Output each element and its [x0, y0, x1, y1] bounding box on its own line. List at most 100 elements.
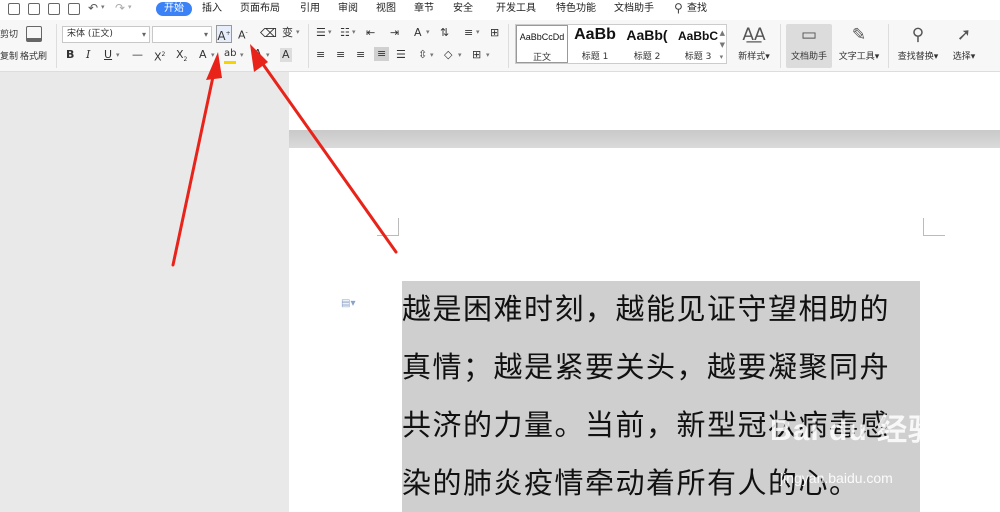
- redo-icon[interactable]: ↷: [115, 1, 125, 15]
- text-tools-button[interactable]: ✎ 文字工具▾: [836, 24, 882, 68]
- chevron-down-icon[interactable]: ▾: [430, 51, 434, 59]
- character-shading-icon[interactable]: A: [280, 48, 292, 62]
- font-size-select[interactable]: ▾: [152, 26, 212, 43]
- chevron-down-icon[interactable]: ▾: [352, 28, 356, 36]
- cursor-icon: ➚: [956, 25, 972, 45]
- tab-security[interactable]: 安全: [453, 2, 473, 16]
- font-name-value: 宋体 (正文): [67, 29, 113, 39]
- font-name-select[interactable]: 宋体 (正文) ▾: [62, 26, 150, 43]
- chinese-layout-icon[interactable]: A: [414, 26, 422, 40]
- subscript-icon[interactable]: X2: [176, 48, 187, 67]
- ribbon-separator: [56, 24, 57, 68]
- watermark-url: jingyan.baidu.com: [780, 470, 893, 486]
- paragraph-line[interactable]: 真情；越是紧要关头，越要凝聚同舟: [402, 344, 890, 386]
- redo-dropdown-icon[interactable]: ▾: [128, 3, 132, 11]
- underline-icon[interactable]: U: [104, 48, 112, 62]
- align-center-icon[interactable]: ≡: [336, 48, 345, 62]
- style-heading-1[interactable]: AaBb 标题 1: [569, 25, 621, 63]
- paragraph-handle-icon[interactable]: ▤▾: [341, 298, 355, 309]
- chevron-down-icon[interactable]: ▾: [266, 51, 270, 59]
- format-painter-icon: [26, 26, 42, 42]
- numbered-list-icon[interactable]: ☷: [340, 26, 350, 40]
- select-label: 选择: [952, 52, 971, 62]
- style-heading-3[interactable]: AaBbC 标题 3: [673, 25, 723, 63]
- print-preview-icon[interactable]: [68, 3, 80, 15]
- table-grid-icon[interactable]: ⊞: [490, 26, 499, 40]
- chevron-down-icon[interactable]: ▾: [211, 51, 215, 59]
- chevron-down-icon[interactable]: ▾: [116, 51, 120, 59]
- borders-icon[interactable]: ⊞: [472, 48, 481, 62]
- find-replace-button[interactable]: ⚲ 查找替换▾: [894, 24, 942, 68]
- print-icon[interactable]: [48, 3, 60, 15]
- chevron-down-icon: ▾: [141, 30, 146, 39]
- style-normal[interactable]: AaBbCcDd 正文: [516, 25, 568, 63]
- phonetic-guide-icon[interactable]: 变: [282, 26, 293, 40]
- bullet-list-icon[interactable]: ☰: [316, 26, 326, 40]
- italic-icon[interactable]: I: [86, 48, 90, 62]
- tab-references[interactable]: 引用: [300, 2, 320, 16]
- grow-font-icon[interactable]: A+: [216, 25, 232, 43]
- new-style-button[interactable]: A͟A 新样式▾: [734, 24, 774, 68]
- chevron-down-icon[interactable]: ▾: [476, 28, 480, 36]
- chevron-down-icon[interactable]: ▾: [458, 51, 462, 59]
- tab-doc-assistant[interactable]: 文档助手: [614, 2, 654, 16]
- chevron-down-icon[interactable]: ▾: [328, 28, 332, 36]
- clear-format-icon[interactable]: ⌫: [260, 26, 277, 40]
- superscript-icon[interactable]: X2: [154, 48, 165, 65]
- style-label: 标题 3: [684, 52, 712, 62]
- format-painter-button[interactable]: 格式刷: [20, 50, 47, 64]
- gallery-scroll-icon[interactable]: ▲ ▼ ▾: [720, 27, 725, 63]
- new-style-icon: A͟A: [742, 25, 766, 45]
- ribbon-separator: [888, 24, 889, 68]
- style-label: 标题 2: [633, 52, 661, 62]
- save-icon[interactable]: [8, 3, 20, 15]
- find-replace-icon: ⚲: [911, 25, 925, 45]
- paragraph-spacing-icon[interactable]: ⇳: [418, 48, 427, 62]
- style-heading-2[interactable]: AaBb( 标题 2: [621, 25, 673, 63]
- text-effect-icon[interactable]: A: [199, 48, 207, 62]
- tab-chapter[interactable]: 章节: [414, 2, 434, 16]
- navigation-pane: [0, 72, 289, 512]
- ribbon-separator: [780, 24, 781, 68]
- font-color-icon[interactable]: A: [254, 47, 262, 64]
- ribbon-separator: [508, 24, 509, 68]
- shrink-font-icon[interactable]: A-: [238, 26, 248, 43]
- chevron-down-icon[interactable]: ▾: [426, 28, 430, 36]
- increase-indent-icon[interactable]: ⇥: [390, 26, 399, 40]
- copy-button[interactable]: 复制: [0, 50, 18, 64]
- margin-corner-left: [377, 218, 399, 236]
- tab-view[interactable]: 视图: [376, 2, 396, 16]
- highlight-icon[interactable]: ab: [224, 47, 237, 64]
- chevron-down-icon[interactable]: ▾: [486, 51, 490, 59]
- bold-icon[interactable]: B: [66, 48, 74, 62]
- page-break-gap: [289, 130, 1000, 148]
- search-label[interactable]: 查找: [687, 2, 707, 16]
- select-button[interactable]: ➚ 选择▾: [946, 24, 982, 68]
- paragraph-line[interactable]: 越是困难时刻，越能见证守望相助的: [402, 286, 890, 328]
- sort-icon[interactable]: ⇅: [440, 26, 449, 40]
- undo-dropdown-icon[interactable]: ▾: [101, 3, 105, 11]
- search-icon[interactable]: ⚲: [674, 1, 683, 15]
- chevron-down-icon[interactable]: ▾: [296, 28, 300, 36]
- document-page[interactable]: ▤▾ 越是困难时刻，越能见证守望相助的 真情；越是紧要关头，越要凝聚同舟 共济的…: [289, 148, 1000, 512]
- chevron-down-icon[interactable]: ▾: [240, 51, 244, 59]
- undo-icon[interactable]: ↶: [88, 1, 98, 15]
- chevron-down-icon: ▾: [203, 30, 208, 39]
- tab-developer[interactable]: 开发工具: [496, 2, 536, 16]
- justify-icon[interactable]: ≡: [374, 47, 390, 61]
- tab-start[interactable]: 开始: [156, 2, 192, 16]
- cut-button[interactable]: 剪切: [0, 28, 18, 42]
- distributed-align-icon[interactable]: ☰: [396, 48, 406, 62]
- tab-special-features[interactable]: 特色功能: [556, 2, 596, 16]
- align-right-icon[interactable]: ≡: [356, 48, 365, 62]
- export-pdf-icon[interactable]: [28, 3, 40, 15]
- tab-insert[interactable]: 插入: [202, 2, 222, 16]
- strikethrough-icon[interactable]: —: [132, 48, 143, 62]
- align-left-icon[interactable]: ≡: [316, 48, 325, 62]
- doc-assistant-button[interactable]: ▭ 文档助手: [786, 24, 832, 68]
- shading-fill-icon[interactable]: ◇: [444, 48, 452, 62]
- tab-page-layout[interactable]: 页面布局: [240, 2, 280, 16]
- tab-review[interactable]: 审阅: [338, 2, 358, 16]
- decrease-indent-icon[interactable]: ⇤: [366, 26, 375, 40]
- line-spacing-icon[interactable]: ≡: [464, 26, 473, 40]
